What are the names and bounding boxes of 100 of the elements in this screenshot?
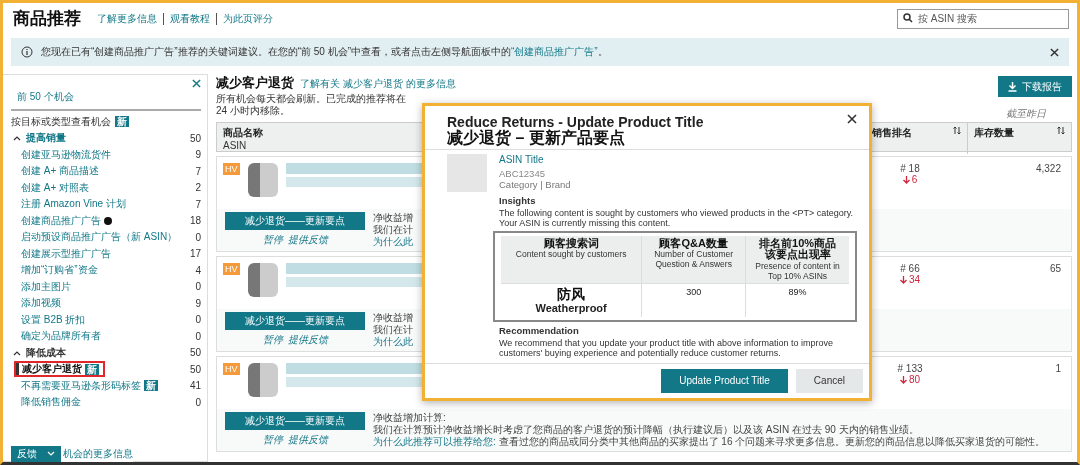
more-info-link[interactable]: 机会的更多信息 xyxy=(63,447,133,461)
search-field[interactable]: 按 ASIN 搜索 xyxy=(897,8,1069,29)
filter-label: 按目标或类型查看机会 xyxy=(11,114,111,129)
item-count: 18 xyxy=(188,215,201,227)
sidebar-group[interactable]: 提高销量 50 xyxy=(11,130,201,147)
annotation-text: 顾客搜索词 xyxy=(543,237,599,250)
sidebar-item[interactable]: 添加视频 xyxy=(21,295,65,312)
header-link[interactable]: 观看教程 xyxy=(163,12,216,25)
new-badge: 新 xyxy=(115,116,129,127)
annotation-text: 顾客Q&A数量 xyxy=(659,237,728,250)
download-button[interactable]: 下载报告 xyxy=(998,76,1072,97)
download-icon xyxy=(1008,81,1017,92)
rank-change: 80 xyxy=(899,374,921,385)
why-link[interactable]: 为什么此 xyxy=(373,236,413,247)
item-count: 17 xyxy=(188,248,201,260)
detail-text: 净收益增 xyxy=(373,312,413,324)
hv-badge: HV xyxy=(223,163,240,175)
sidebar-item[interactable]: 添加主图片 xyxy=(21,278,75,295)
rank-change: 6 xyxy=(902,174,918,185)
sidebar-item[interactable]: 确定为品牌所有者 xyxy=(21,328,105,345)
annotation-text: 排名前10%商品 xyxy=(759,237,837,249)
insights-heading: Insights xyxy=(499,194,537,206)
banner-message: 您现在已有“创建商品推广广告”推荐的关键词建议。在您的“前 50 机会”中查看，或者点击左侧导航面板中的“创建商品推广广告”。 xyxy=(41,45,609,59)
sidebar-item[interactable]: 创建亚马逊物流货件 xyxy=(21,146,115,163)
section-title: 减少客户退货 xyxy=(216,74,294,92)
detail-text: 我们在计算预计净收益增长时考虑了您商品的客户退货的预计降幅（执行建议后）以及该 ASIN 在过去 90 天内的销售业绩。 xyxy=(373,424,920,436)
detail-text: 净收益增加计算: xyxy=(373,412,447,424)
annotation-text: 该要点出现率 xyxy=(764,249,831,261)
sidebar-link[interactable]: 前 50 个机会 xyxy=(11,88,201,111)
item-count: 9 xyxy=(194,297,201,309)
arrow-down-icon xyxy=(902,175,910,184)
sidebar-item[interactable]: 设置 B2B 折扣 xyxy=(21,311,90,328)
sales-rank: # 133 xyxy=(897,363,923,374)
recommendation-heading: Recommendation xyxy=(499,324,580,336)
blurred-image-placeholder xyxy=(247,263,278,297)
asin-title-link[interactable]: ASIN Title xyxy=(499,153,571,165)
action-button[interactable]: 减少退货——更新要点 xyxy=(225,312,365,330)
cancel-button[interactable]: Cancel xyxy=(795,368,863,393)
detail-text: 我们在计 xyxy=(373,224,413,236)
inventory-count: 1 xyxy=(1054,363,1062,376)
inventory-count: 4,322 xyxy=(1034,163,1062,176)
close-icon[interactable] xyxy=(1050,47,1059,57)
blurred-image-placeholder xyxy=(247,163,278,197)
column-header: 销售排名 xyxy=(872,126,912,140)
item-count: 50 xyxy=(188,363,201,375)
row-link[interactable]: 暂停 xyxy=(262,433,283,447)
sidebar-item[interactable]: 降低销售佣金 xyxy=(21,394,85,411)
row-link[interactable]: 提供反馈 xyxy=(287,233,328,247)
why-text: 为什么此推荐可以推荐给您: 查看过您的商品或同分类中其他商品的买家提出了 16 个问题来寻求更多信息。更新您的商品信息以降低买家退货的可能性。 xyxy=(373,436,1046,448)
action-button[interactable]: 减少退货——更新要点 xyxy=(225,212,365,230)
learn-more-link[interactable]: 了解有关 减少客户退货 的更多信息 xyxy=(300,77,456,91)
detail-text: 我们在计 xyxy=(373,324,413,336)
row-link[interactable]: 提供反馈 xyxy=(287,433,328,447)
sidebar-item[interactable]: 创建 A+ 商品描述 xyxy=(21,163,104,180)
sidebar-item[interactable]: 不再需要亚马逊条形码标签 新 xyxy=(21,377,162,394)
sales-rank: # 66 xyxy=(900,263,920,274)
sidebar-item[interactable]: 启动预设商品推广广告（新 ASIN） xyxy=(21,229,182,246)
item-count: 2 xyxy=(194,182,201,194)
feedback-button[interactable]: 反馈 xyxy=(11,446,61,462)
item-count: 0 xyxy=(194,281,201,293)
item-count: 9 xyxy=(194,149,201,161)
column-header: 商品名称 xyxy=(223,126,263,140)
banner-link[interactable]: “创建商品推广广告” xyxy=(511,46,598,57)
sidebar-item[interactable]: 减少客户退货 新 xyxy=(14,361,105,378)
annotation-text: 防风 xyxy=(557,286,586,302)
modal-title: Reduce Returns - Update Product Title xyxy=(447,114,704,130)
detail-text: 净收益增 xyxy=(373,212,413,224)
action-button[interactable]: 减少退货——更新要点 xyxy=(225,412,365,430)
section-subtitle: 所有机会每天都会刷新。已完成的推荐将在 24 小时内移除。 xyxy=(216,93,407,117)
sidebar-item[interactable]: 注册 Amazon Vine 计划 xyxy=(21,196,130,213)
item-count: 0 xyxy=(194,231,201,243)
close-icon[interactable] xyxy=(847,114,857,124)
header-link[interactable]: 了解更多信息 xyxy=(91,12,163,25)
sidebar-item[interactable]: 创建展示型推广广告 xyxy=(21,245,115,262)
why-link[interactable]: 为什么此推荐可以推荐给您: xyxy=(373,436,496,447)
row-link[interactable]: 提供反馈 xyxy=(287,333,328,347)
sort-icon xyxy=(953,126,961,135)
table-cell: 300 xyxy=(686,286,702,297)
column-header: Content sought by customers xyxy=(515,249,627,260)
item-count: 0 xyxy=(194,330,201,342)
sidebar-item[interactable]: 增加“订购省”资金 xyxy=(21,262,102,279)
sidebar-group[interactable]: 降低成本 50 xyxy=(11,344,201,361)
row-link[interactable]: 暂停 xyxy=(262,233,283,247)
blurred-image-placeholder xyxy=(247,363,278,397)
column-header: 库存数量 xyxy=(974,126,1014,140)
update-button[interactable]: Update Product Title xyxy=(661,368,788,393)
sidebar-item[interactable]: 创建商品推广广告 xyxy=(21,212,116,229)
item-count: 7 xyxy=(194,198,201,210)
column-subheader: ASIN xyxy=(223,140,248,151)
row-link[interactable]: 暂停 xyxy=(262,333,283,347)
header-link[interactable]: 为此页评分 xyxy=(216,12,279,25)
item-count: 7 xyxy=(194,165,201,177)
item-count: 4 xyxy=(194,264,201,276)
sort-icon xyxy=(1057,126,1065,135)
asin-code: ABC12345 xyxy=(499,167,546,179)
hv-badge: HV xyxy=(223,263,240,275)
inventory-count: 65 xyxy=(1048,263,1062,276)
sidebar-item[interactable]: 创建 A+ 对照表 xyxy=(21,179,94,196)
column-header: Presence of content in Top 10% ASINs xyxy=(754,260,841,281)
why-link[interactable]: 为什么此 xyxy=(373,336,413,347)
